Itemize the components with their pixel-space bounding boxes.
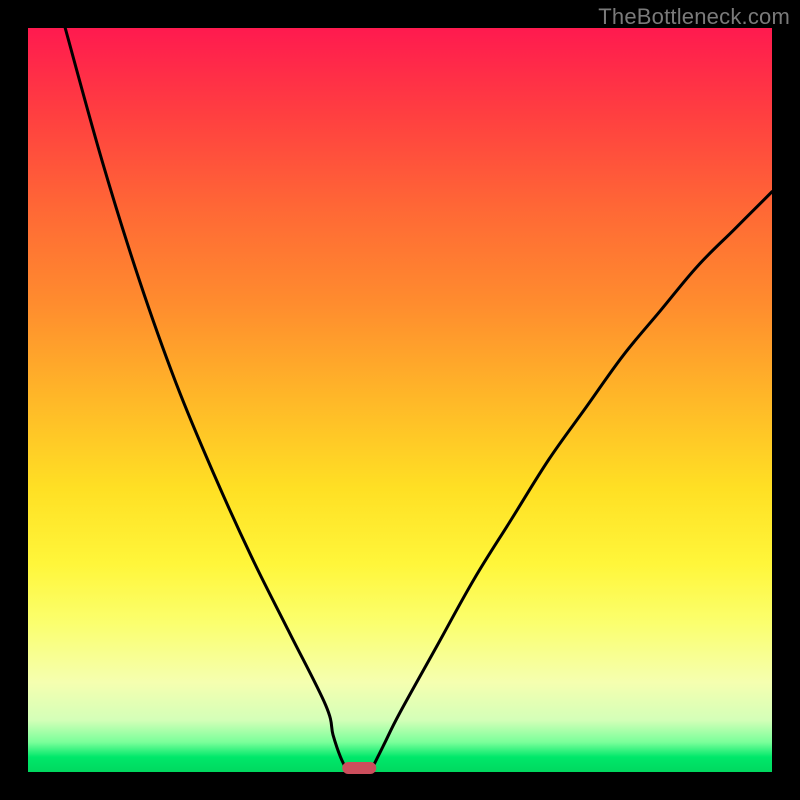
- chart-frame: TheBottleneck.com: [0, 0, 800, 800]
- min-marker: [342, 762, 375, 774]
- curve-right: [370, 192, 772, 772]
- watermark-text: TheBottleneck.com: [598, 4, 790, 30]
- curve-left: [65, 28, 348, 772]
- curve-svg: [28, 28, 772, 772]
- plot-area: [28, 28, 772, 772]
